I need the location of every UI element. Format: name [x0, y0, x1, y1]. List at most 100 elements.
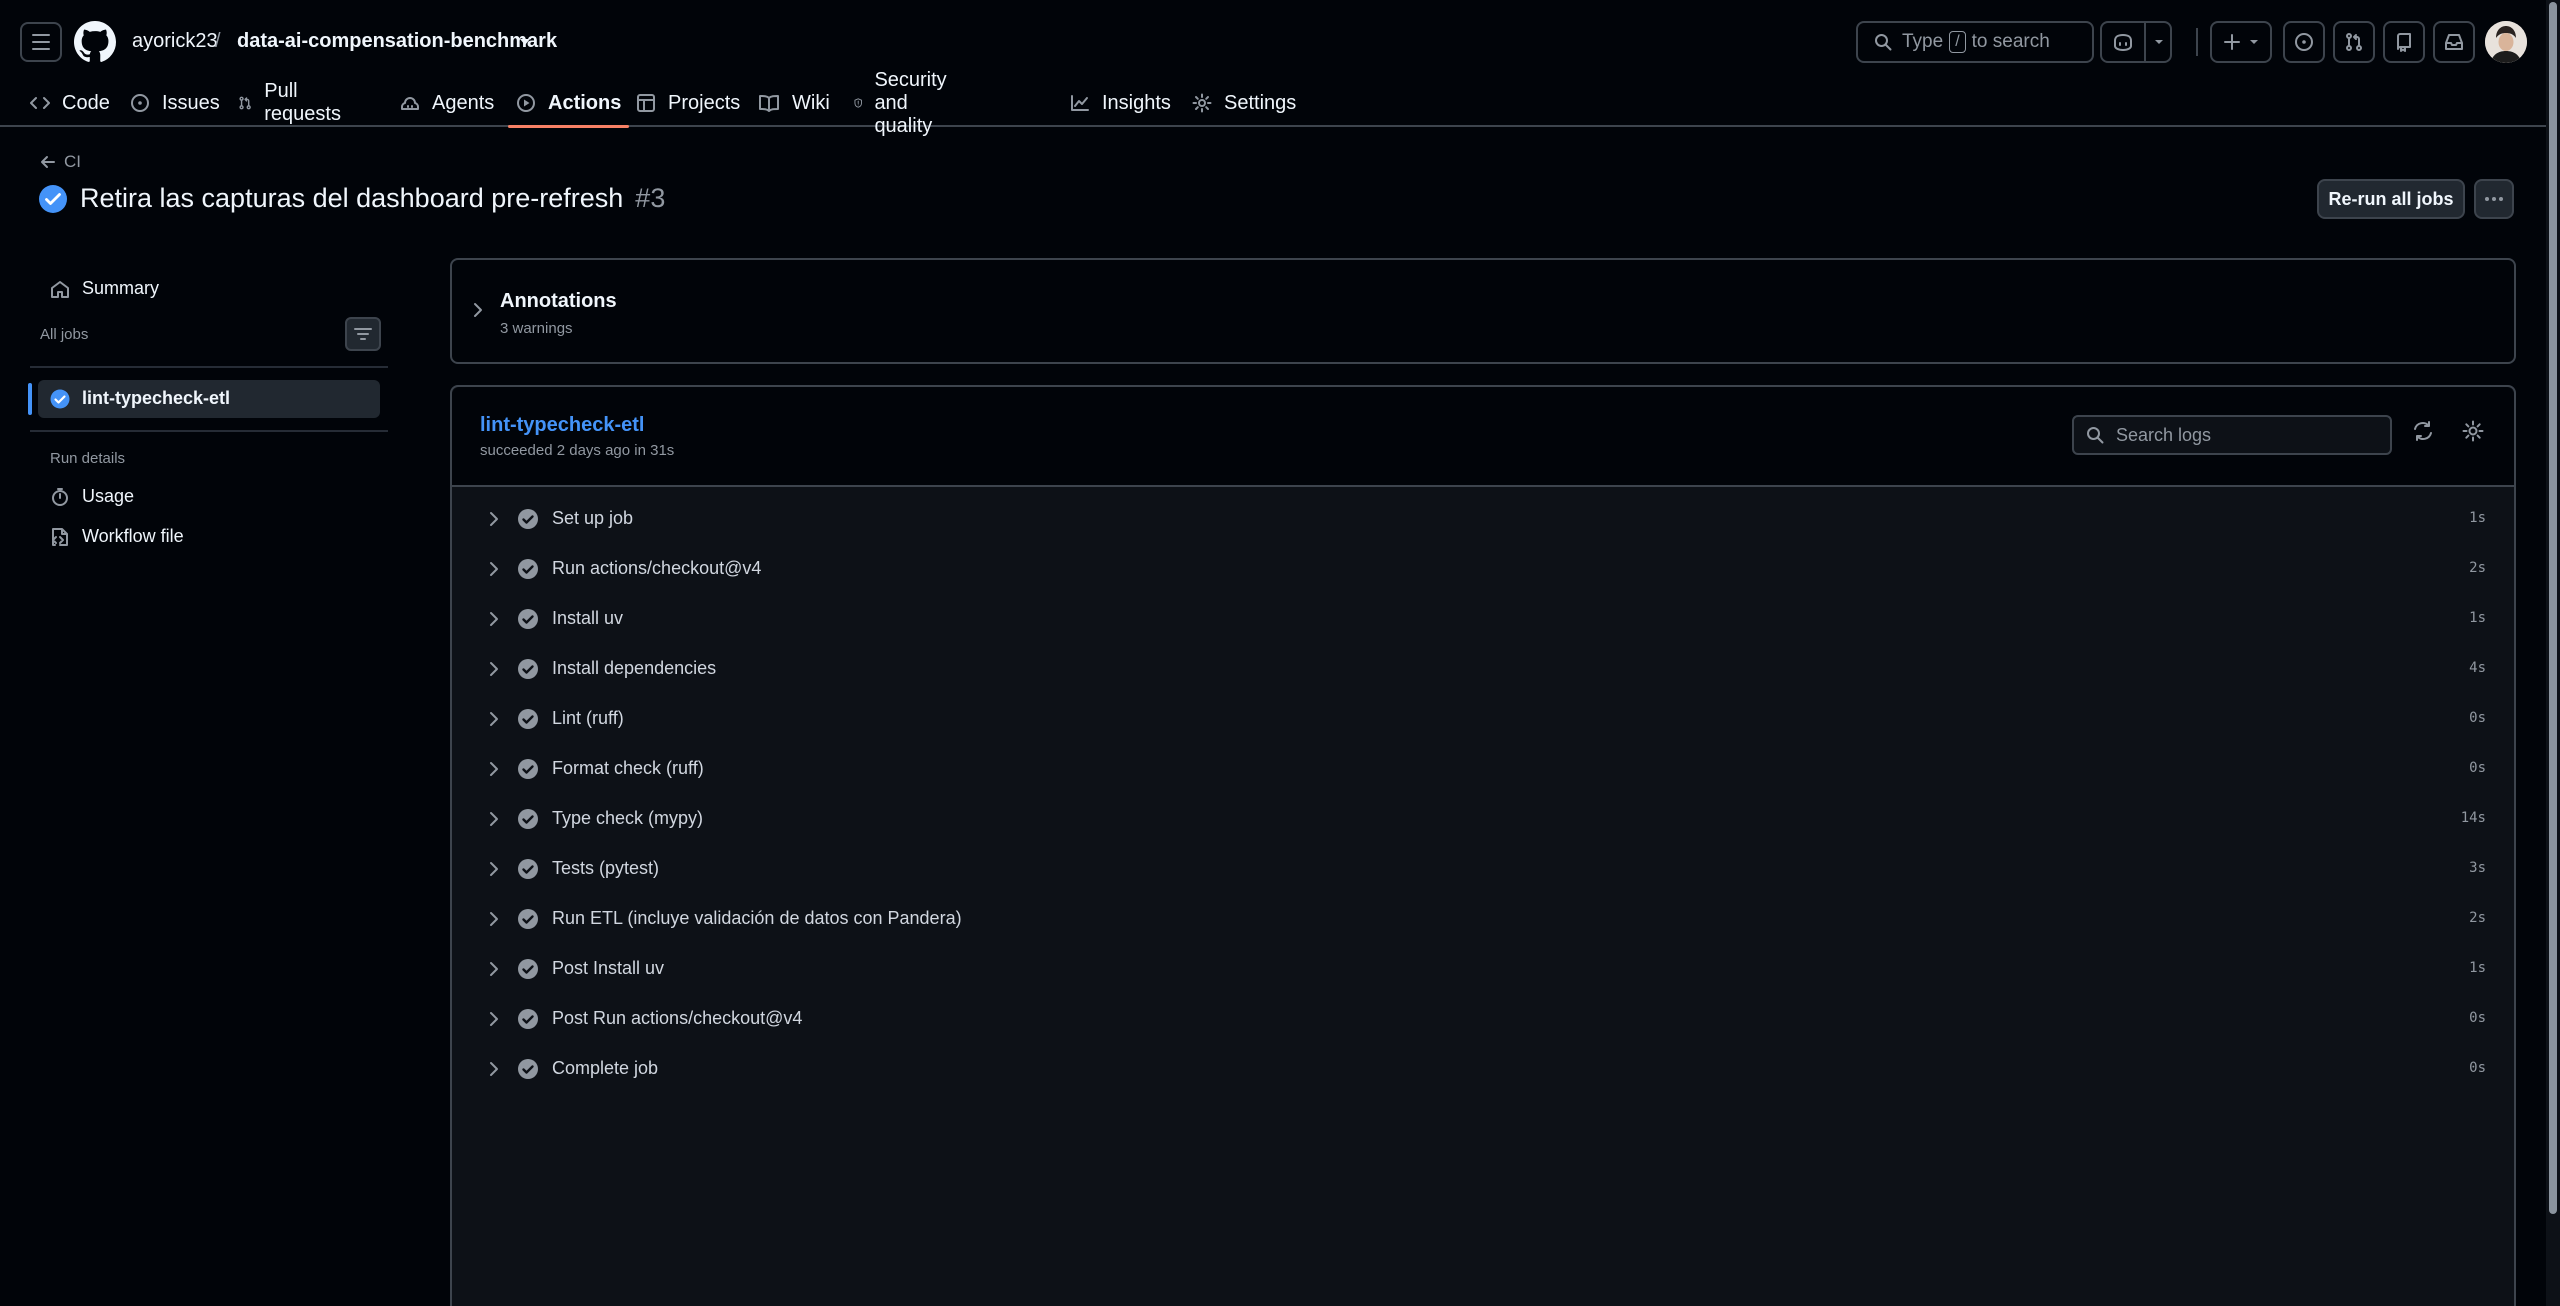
annotations-title: Annotations [500, 290, 617, 312]
tab-actions[interactable]: Actions [507, 80, 630, 128]
tab-label: Security and quality [874, 68, 947, 137]
log-settings-button[interactable] [2462, 420, 2484, 442]
chevron-down-icon [2250, 40, 2258, 44]
tab-pull-requests[interactable]: Pull requests [238, 80, 347, 126]
check-circle-fill-icon [518, 859, 538, 879]
sidebar-item-workflow-file[interactable]: Workflow file [50, 526, 184, 547]
pull-requests-button[interactable] [2333, 21, 2375, 63]
chevron-right-icon [490, 562, 498, 576]
step-duration: 0s [2469, 1010, 2486, 1026]
job-step-row[interactable]: Run ETL (incluye validación de datos con… [452, 894, 2514, 944]
play-icon [517, 94, 535, 112]
menu-button[interactable] [20, 22, 62, 62]
job-step-row[interactable]: Tests (pytest) 3s [452, 844, 2514, 894]
tab-insights[interactable]: Insights [1070, 80, 1171, 126]
issues-button[interactable] [2283, 21, 2325, 63]
check-circle-fill-icon [518, 559, 538, 579]
github-logo-icon[interactable] [74, 21, 116, 63]
step-duration: 1s [2469, 510, 2486, 526]
step-label: Post Run actions/checkout@v4 [552, 1008, 803, 1028]
refresh-logs-button[interactable] [2412, 420, 2434, 442]
chevron-right-icon [490, 1012, 498, 1026]
job-step-row[interactable]: Run actions/checkout@v4 2s [452, 544, 2514, 594]
tab-code[interactable]: Code [30, 80, 110, 126]
repositories-button[interactable] [2383, 21, 2425, 63]
gear-icon [1192, 93, 1212, 113]
job-step-row[interactable]: Install uv 1s [452, 594, 2514, 644]
chevron-down-icon[interactable] [519, 37, 531, 47]
job-step-row[interactable]: Set up job 1s [452, 494, 2514, 544]
repo-owner-link[interactable]: ayorick23 [132, 30, 218, 53]
job-step-row[interactable]: Install dependencies 4s [452, 644, 2514, 694]
annotations-count: 3 warnings [500, 320, 573, 337]
job-step-row[interactable]: Post Run actions/checkout@v4 0s [452, 994, 2514, 1044]
hamburger-icon [32, 34, 50, 50]
file-code-icon [52, 527, 68, 546]
book-icon [759, 95, 779, 112]
sidebar-item-label: lint-typecheck-etl [82, 388, 231, 408]
copilot-button[interactable] [2102, 23, 2144, 61]
step-duration: 1s [2469, 960, 2486, 976]
job-status-text: succeeded 2 days ago in 31s [480, 442, 675, 459]
tab-security[interactable]: Security and quality [854, 69, 956, 137]
scrollbar-thumb[interactable] [2549, 2, 2557, 1214]
code-icon [30, 97, 50, 109]
stopwatch-icon [52, 487, 68, 506]
step-label: Complete job [552, 1058, 659, 1078]
chevron-right-icon [490, 662, 498, 676]
more-options-button[interactable] [2474, 179, 2514, 219]
job-step-row[interactable]: Post Install uv 1s [452, 944, 2514, 994]
run-number: #3 [635, 183, 666, 213]
sidebar-item-usage[interactable]: Usage [50, 486, 134, 507]
search-input[interactable]: Type / to search [1856, 21, 2094, 63]
job-step-row[interactable]: Format check (ruff) 0s [452, 744, 2514, 794]
job-header: lint-typecheck-etl succeeded 2 days ago … [452, 387, 2514, 487]
chevron-right-icon [490, 912, 498, 926]
search-prefix: Type [1902, 31, 1944, 52]
user-avatar[interactable] [2485, 21, 2527, 63]
page-scrollbar[interactable] [2546, 0, 2560, 1306]
inbox-button[interactable] [2433, 21, 2475, 63]
issue-opened-icon [2295, 33, 2313, 51]
step-label: Type check (mypy) [552, 808, 704, 828]
tab-projects[interactable]: Projects [636, 80, 740, 126]
job-step-row[interactable]: Complete job 0s [452, 1044, 2514, 1094]
sidebar-divider [30, 430, 388, 432]
home-icon [51, 280, 69, 298]
chevron-right-icon [490, 812, 498, 826]
annotations-panel[interactable]: Annotations 3 warnings [450, 258, 2516, 364]
repo-name-link[interactable]: data-ai-compensation-benchmark [237, 30, 557, 53]
sidebar-job-lint-typecheck-etl[interactable]: lint-typecheck-etl [50, 388, 230, 409]
workflow-name: CI [64, 152, 81, 171]
tab-agents[interactable]: Agents [400, 80, 494, 126]
search-logs-input[interactable] [2116, 424, 2376, 446]
check-circle-fill-icon [518, 759, 538, 779]
kebab-horizontal-icon [2485, 197, 2503, 201]
all-jobs-heading: All jobs [40, 326, 89, 343]
chevron-right-icon [490, 1062, 498, 1076]
step-label: Run actions/checkout@v4 [552, 558, 762, 578]
copilot-icon [2114, 34, 2132, 51]
repo-icon [2397, 33, 2411, 52]
step-duration: 0s [2469, 1060, 2486, 1076]
job-name[interactable]: lint-typecheck-etl [480, 414, 644, 437]
tab-settings[interactable]: Settings [1192, 80, 1296, 126]
tab-issues[interactable]: Issues [130, 80, 220, 126]
job-step-row[interactable]: Lint (ruff) 0s [452, 694, 2514, 744]
rerun-all-jobs-button[interactable]: Re-run all jobs [2317, 179, 2465, 219]
chevron-right-icon [474, 303, 482, 317]
git-pull-request-icon [239, 96, 251, 110]
back-to-workflow-link[interactable]: CI [40, 152, 81, 172]
create-new-button[interactable] [2210, 21, 2272, 63]
filter-jobs-button[interactable] [345, 317, 381, 351]
check-circle-fill-icon [518, 659, 538, 679]
sidebar-item-label: Workflow file [82, 526, 184, 546]
copilot-dropdown[interactable] [2148, 23, 2170, 61]
arrow-left-icon [41, 156, 55, 168]
sidebar-item-summary[interactable]: Summary [50, 278, 159, 299]
tab-wiki[interactable]: Wiki [758, 80, 830, 126]
search-logs-field[interactable] [2072, 415, 2392, 455]
step-label: Set up job [552, 508, 634, 528]
step-duration: 0s [2469, 710, 2486, 726]
job-step-row[interactable]: Type check (mypy) 14s [452, 794, 2514, 844]
